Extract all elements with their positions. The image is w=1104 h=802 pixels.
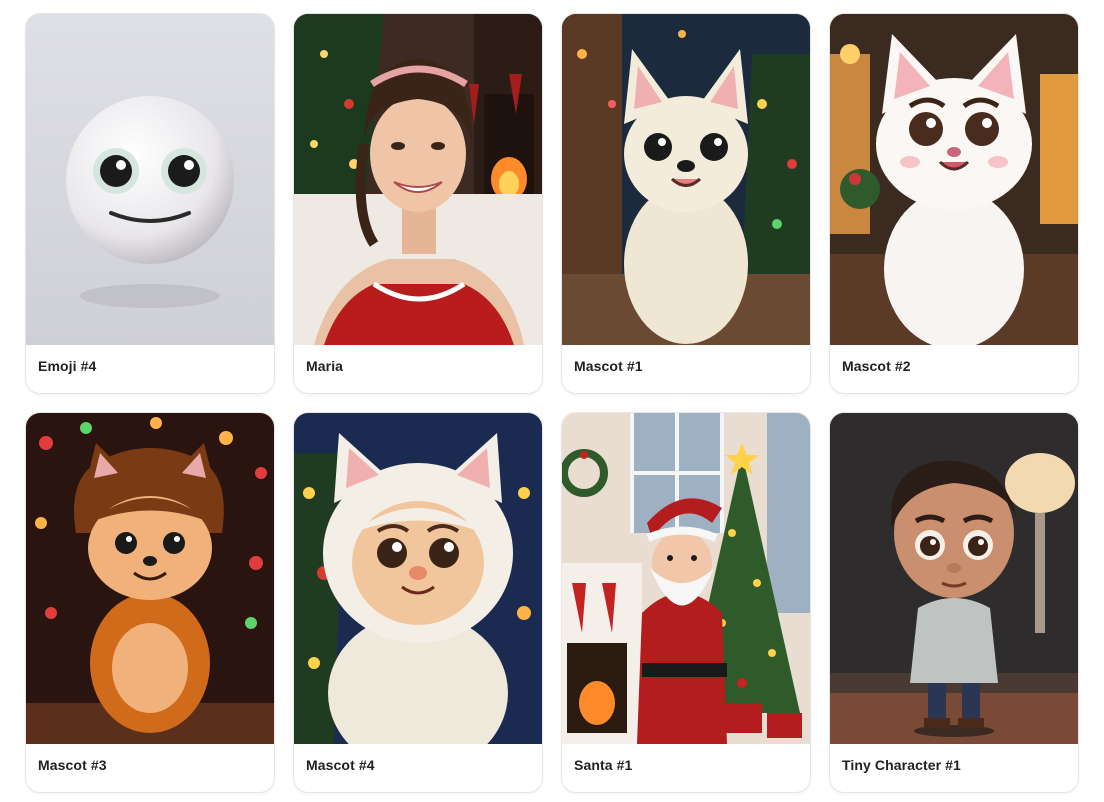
gallery-card[interactable]: Tiny Character #1: [830, 413, 1078, 792]
card-label: Mascot #4: [306, 757, 375, 773]
gallery-card[interactable]: Santa #1: [562, 413, 810, 792]
santa-claus-thumbnail: [562, 413, 810, 744]
card-label: Mascot #1: [574, 358, 643, 374]
gallery-card[interactable]: Mascot #1: [562, 14, 810, 393]
card-label: Maria: [306, 358, 344, 374]
mascot-white-dog-thumbnail: [562, 14, 810, 345]
card-label: Emoji #4: [38, 358, 97, 374]
gallery-card[interactable]: Mascot #2: [830, 14, 1078, 393]
card-label: Santa #1: [574, 757, 633, 773]
emoji-face-thumbnail: [26, 14, 274, 345]
gallery-card[interactable]: Maria: [294, 14, 542, 393]
tiny-boy-thumbnail: [830, 413, 1078, 744]
portrait-woman-thumbnail: [294, 14, 542, 345]
mascot-white-cat-thumbnail: [830, 14, 1078, 345]
card-label: Mascot #3: [38, 757, 107, 773]
card-label: Tiny Character #1: [842, 757, 961, 773]
gallery-card[interactable]: Mascot #3: [26, 413, 274, 792]
gallery-card[interactable]: Mascot #4: [294, 413, 542, 792]
card-label: Mascot #2: [842, 358, 911, 374]
character-gallery: Emoji #4 Maria Mascot #1 Mascot #2 Masco…: [0, 0, 1104, 802]
gallery-card[interactable]: Emoji #4: [26, 14, 274, 393]
mascot-brown-fox-thumbnail: [26, 413, 274, 744]
mascot-fluffy-baby-thumbnail: [294, 413, 542, 744]
